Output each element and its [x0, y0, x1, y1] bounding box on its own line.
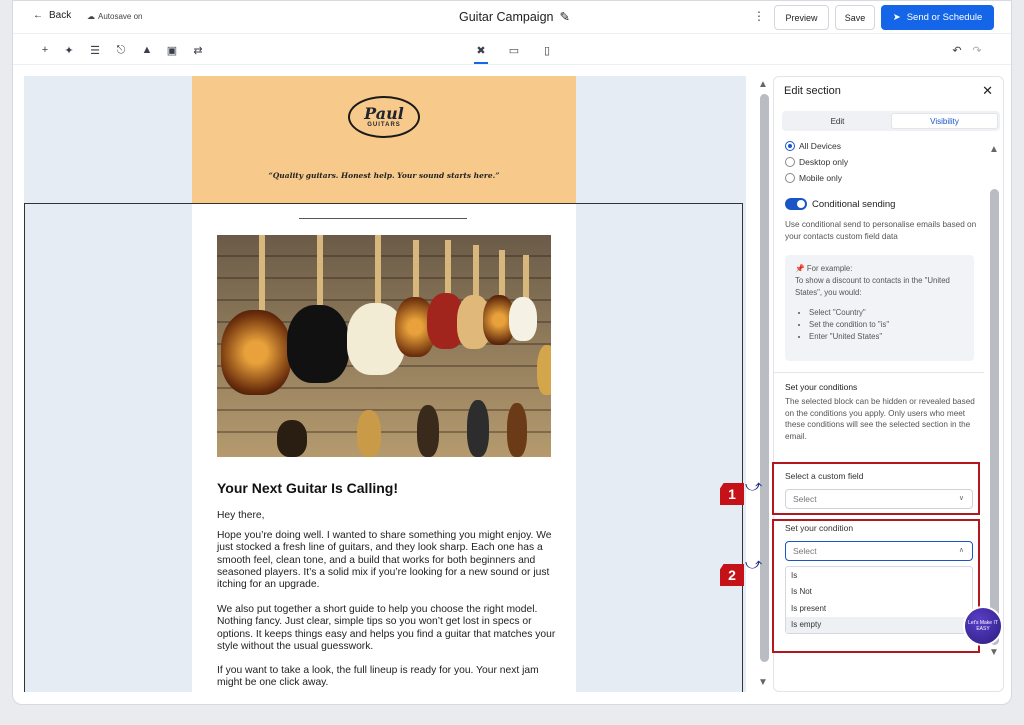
- watermark-badge: Let's Make IT EASY: [963, 606, 1003, 646]
- radio-all-label: All Devices: [799, 141, 842, 151]
- design-tools-icon[interactable]: ✖: [474, 43, 488, 64]
- logo-sub: GUITARS: [367, 122, 401, 128]
- back-button[interactable]: ← Back: [33, 10, 71, 21]
- save-button[interactable]: Save: [835, 5, 875, 30]
- logo-name: Paul: [364, 104, 404, 123]
- section-divider: [774, 372, 984, 373]
- arrow-right-icon: ⤻: [745, 556, 763, 573]
- set-conditions-title: Set your conditions: [785, 382, 858, 392]
- autosave-label: Autosave on: [98, 12, 143, 21]
- radio-icon: [785, 157, 795, 167]
- example-step: Select "Country": [809, 307, 964, 319]
- tab-edit[interactable]: Edit: [784, 113, 891, 129]
- annotation-box-2: [772, 519, 980, 653]
- selected-section-outline: [24, 203, 743, 692]
- app-window: ← Back ☁ Autosave on Guitar Campaign ✎ ⋮…: [12, 0, 1012, 705]
- conditional-sending-toggle[interactable]: [785, 198, 807, 210]
- conditional-sending-row[interactable]: Conditional sending: [785, 198, 895, 210]
- arrow-left-icon: ←: [33, 10, 43, 21]
- example-description: To show a discount to contacts in the "U…: [795, 276, 950, 297]
- tagline: “Quality guitars. Honest help. Your soun…: [268, 171, 500, 180]
- cloud-icon: ☁: [87, 12, 95, 21]
- close-icon[interactable]: ✕: [982, 83, 993, 99]
- panel-scrollbar[interactable]: ▲ ▼: [987, 141, 1001, 663]
- paint-roller-icon[interactable]: ⎋: [114, 43, 128, 57]
- annotation-marker-2: 2: [720, 564, 744, 586]
- example-step: Enter "United States": [809, 331, 964, 343]
- radio-all-devices[interactable]: All Devices: [785, 141, 841, 151]
- panel-title: Edit section: [784, 85, 841, 97]
- scroll-up-icon[interactable]: ▲: [758, 79, 768, 90]
- save-disk-icon[interactable]: ▣: [165, 43, 179, 57]
- scroll-down-icon[interactable]: ▼: [758, 677, 768, 688]
- example-box: 📌 For example: To show a discount to con…: [785, 255, 974, 361]
- campaign-title[interactable]: Guitar Campaign ✎: [459, 9, 570, 25]
- layers-icon[interactable]: ☰: [88, 43, 102, 57]
- example-title: For example:: [806, 264, 853, 273]
- set-conditions-description: The selected block can be hidden or reve…: [785, 397, 975, 441]
- send-icon: ➤: [892, 12, 901, 23]
- radio-desktop-only[interactable]: Desktop only: [785, 157, 848, 167]
- preview-button[interactable]: Preview: [774, 5, 829, 30]
- ai-sparkle-icon[interactable]: ✦: [62, 43, 76, 57]
- redo-icon[interactable]: ↷: [970, 43, 984, 57]
- send-or-schedule-button[interactable]: ➤ Send or Schedule: [881, 5, 994, 30]
- editor-toolbar: + ✦ ☰ ⎋ ▲ ▣ ⇄ ✖ ▭ ▯ ↶ ↷: [13, 35, 1011, 65]
- scroll-up-icon[interactable]: ▲: [989, 144, 999, 155]
- autosave-status: ☁ Autosave on: [87, 12, 142, 21]
- top-bar: ← Back ☁ Autosave on Guitar Campaign ✎ ⋮…: [13, 1, 1011, 34]
- pin-icon: 📌: [795, 264, 805, 273]
- panel-tabs: Edit Visibility: [782, 111, 1000, 131]
- conditional-sending-label: Conditional sending: [812, 198, 896, 210]
- desktop-view-icon[interactable]: ▭: [507, 43, 521, 57]
- conditional-description: Use conditional send to personalise emai…: [785, 220, 977, 241]
- campaign-title-text: Guitar Campaign: [459, 9, 554, 24]
- swap-icon[interactable]: ⇄: [191, 43, 205, 57]
- arrow-right-icon: ⤻: [745, 478, 763, 495]
- mobile-view-icon[interactable]: ▯: [540, 43, 554, 57]
- radio-mobile-only[interactable]: Mobile only: [785, 173, 842, 183]
- annotation-box-1: [772, 462, 980, 515]
- panel-scroll-thumb[interactable]: [990, 189, 999, 645]
- pencil-icon[interactable]: ✎: [560, 9, 570, 24]
- scroll-down-icon[interactable]: ▼: [989, 647, 999, 658]
- send-label: Send or Schedule: [906, 12, 983, 23]
- back-label: Back: [49, 10, 72, 21]
- more-options-icon[interactable]: ⋮: [753, 9, 765, 23]
- canvas-scrollbar[interactable]: ▲ ▼: [754, 76, 774, 692]
- example-step: Set the condition to "is": [809, 319, 964, 331]
- radio-desktop-label: Desktop only: [799, 157, 849, 167]
- radio-selected-icon: [785, 141, 795, 151]
- flask-icon[interactable]: ▲: [140, 43, 154, 57]
- radio-icon: [785, 173, 795, 183]
- canvas-scroll-thumb[interactable]: [760, 94, 769, 662]
- undo-icon[interactable]: ↶: [950, 43, 964, 57]
- email-header[interactable]: Paul GUITARS “Quality guitars. Honest he…: [192, 76, 576, 204]
- radio-mobile-label: Mobile only: [799, 173, 842, 183]
- email-canvas[interactable]: Paul GUITARS “Quality guitars. Honest he…: [24, 76, 746, 692]
- paul-guitars-logo: Paul GUITARS: [348, 96, 420, 138]
- add-icon[interactable]: +: [38, 43, 52, 57]
- annotation-marker-1: 1: [720, 483, 744, 505]
- tab-visibility[interactable]: Visibility: [891, 113, 998, 129]
